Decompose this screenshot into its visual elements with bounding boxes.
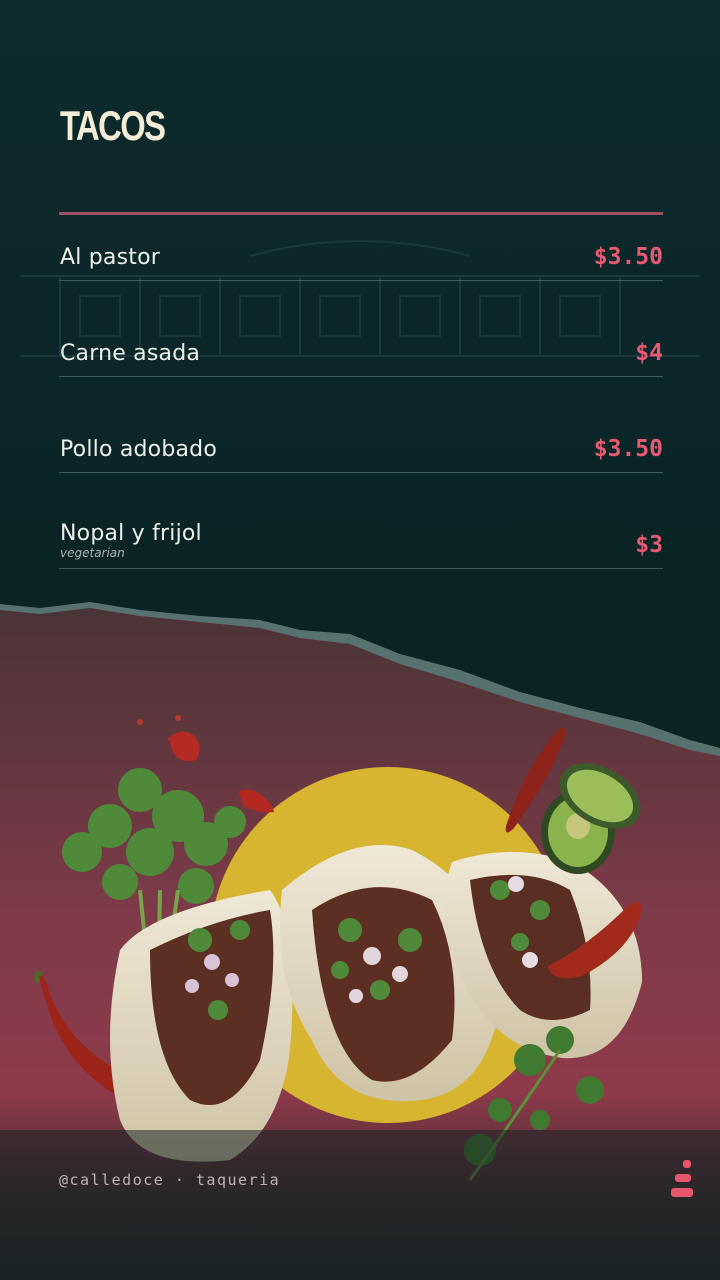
menu-item-price: $4 bbox=[635, 340, 663, 366]
stacked-bars-logo-icon bbox=[671, 1160, 695, 1198]
menu-list: Al pastor $3.50 Carne asada $4 Pollo ado… bbox=[59, 215, 663, 569]
menu-item-name: Pollo adobado bbox=[60, 437, 217, 462]
menu-item-price: $3.50 bbox=[593, 436, 663, 462]
menu-item-pollo-adobado: Pollo adobado $3.50 bbox=[59, 377, 663, 473]
menu-item-name: Nopal y frijol bbox=[60, 521, 202, 546]
menu-item-name: Carne asada bbox=[60, 341, 201, 366]
menu-story: TACOS Al pastor $3.50 Carne asada $4 Pol… bbox=[0, 0, 720, 1280]
menu-item-nopal-y-frijol: Nopal y frijol vegetarian $3 bbox=[59, 473, 663, 569]
menu-item-al-pastor: Al pastor $3.50 bbox=[59, 215, 663, 281]
menu-item-price: $3 bbox=[635, 532, 663, 558]
social-handle: @calledoce · taqueria bbox=[59, 1171, 281, 1189]
menu-item-name: Al pastor bbox=[60, 245, 160, 270]
menu-item-note: vegetarian bbox=[60, 546, 125, 560]
menu-title: TACOS bbox=[60, 102, 166, 149]
menu-item-price: $3.50 bbox=[593, 244, 663, 270]
menu-item-carne-asada: Carne asada $4 bbox=[59, 281, 663, 377]
